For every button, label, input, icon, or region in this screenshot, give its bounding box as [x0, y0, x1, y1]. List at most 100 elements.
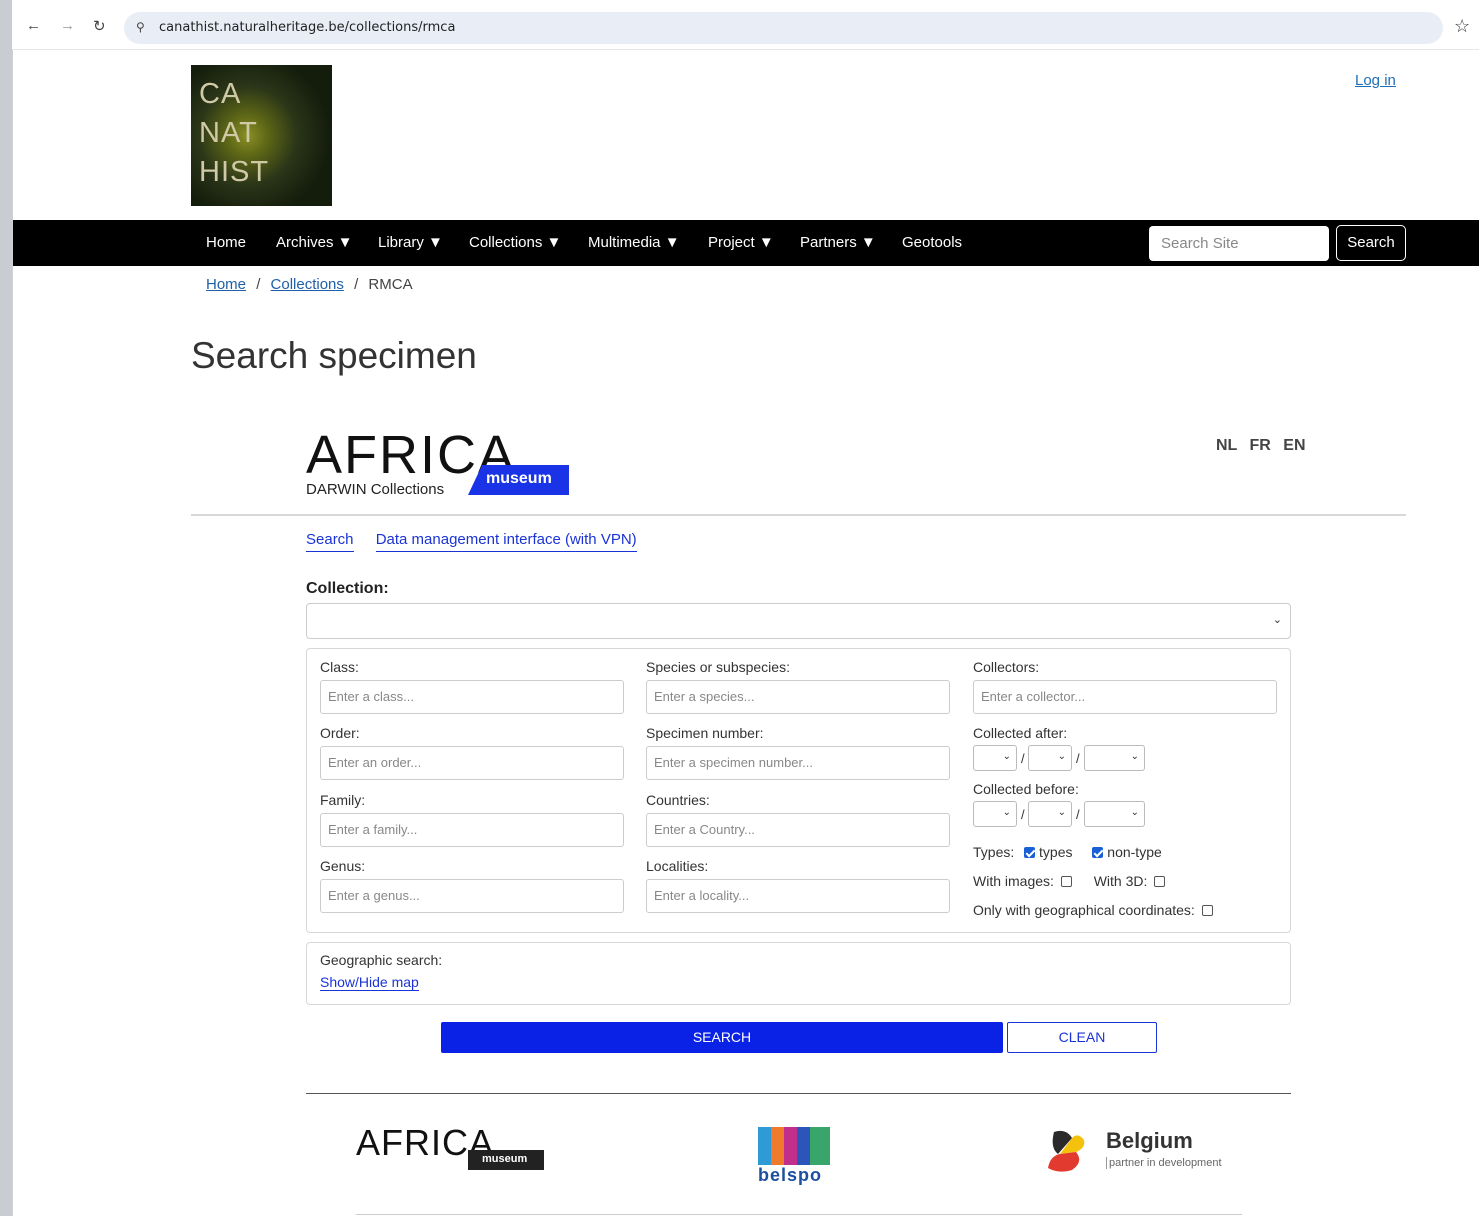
non-type-checkbox[interactable]: [1092, 847, 1104, 858]
login-link[interactable]: Log in: [1355, 72, 1396, 89]
url-text: canathist.naturalheritage.be/collections…: [159, 20, 456, 35]
family-label: Family:: [320, 792, 366, 808]
divider: [191, 514, 1406, 516]
family-input[interactable]: Enter a family...: [320, 813, 624, 847]
show-hide-map-link[interactable]: Show/Hide map: [320, 974, 419, 991]
address-bar[interactable]: ⚲ canathist.naturalheritage.be/collectio…: [124, 12, 1443, 44]
genus-input[interactable]: Enter a genus...: [320, 879, 624, 913]
belgium-name: Belgium: [1106, 1128, 1193, 1153]
logo-line-2: NAT: [199, 117, 258, 149]
menu-home[interactable]: Home: [206, 234, 246, 251]
genus-label: Genus:: [320, 858, 366, 874]
africa-museum-footer-logo[interactable]: AFRICA museum: [356, 1122, 546, 1173]
menu-multimedia[interactable]: Multimedia ▼: [588, 234, 680, 251]
species-label: Species or subspecies:: [646, 659, 790, 675]
menu-archives[interactable]: Archives ▼: [276, 234, 353, 251]
menu-project[interactable]: Project ▼: [708, 234, 774, 251]
breadcrumb-home[interactable]: Home: [206, 276, 246, 293]
with-images-label: With images:: [973, 873, 1054, 889]
date-separator: /: [1021, 807, 1025, 822]
types-option-label: types: [1039, 844, 1073, 860]
geographic-search-label: Geographic search:: [320, 952, 443, 968]
left-edge: [0, 0, 12, 1216]
main-menu: Home Archives ▼ Library ▼ Collections ▼ …: [13, 220, 1479, 266]
images-row: With images: With 3D:: [973, 873, 1166, 889]
breadcrumb-separator: /: [256, 276, 261, 293]
collected-before-day-select[interactable]: ⌄: [973, 801, 1017, 827]
menu-library[interactable]: Library ▼: [378, 234, 443, 251]
lang-en[interactable]: EN: [1283, 437, 1305, 454]
site-search-button[interactable]: Search: [1336, 225, 1406, 261]
site-logo[interactable]: CA NAT HIST: [191, 65, 332, 206]
class-label: Class:: [320, 659, 359, 675]
darwin-collections-label: DARWIN Collections: [306, 481, 445, 498]
africa-logo-badge: museum: [486, 470, 552, 487]
search-criteria-panel: Class: Enter a class... Order: Enter an …: [306, 648, 1291, 933]
breadcrumb-current: RMCA: [368, 276, 413, 293]
tab-data-management[interactable]: Data management interface (with VPN): [375, 531, 637, 552]
clean-button[interactable]: CLEAN: [1007, 1022, 1157, 1053]
divider: [356, 1214, 1242, 1215]
lang-nl[interactable]: NL: [1216, 437, 1237, 454]
back-icon[interactable]: ←: [26, 17, 41, 34]
collected-before-month-select[interactable]: ⌄: [1028, 801, 1072, 827]
logo-line-3: HIST: [199, 156, 270, 188]
bookmark-star-icon[interactable]: ☆: [1454, 16, 1470, 37]
geo-coords-checkbox[interactable]: [1201, 905, 1213, 916]
belspo-logo[interactable]: belspo: [758, 1127, 830, 1189]
page: CA NAT HIST Log in Home Archives ▼ Libra…: [12, 50, 1479, 1216]
countries-input[interactable]: Enter a Country...: [646, 813, 950, 847]
belgium-subtitle: partner in development: [1106, 1157, 1222, 1169]
lang-fr[interactable]: FR: [1250, 437, 1271, 454]
collection-select[interactable]: ⌄: [306, 603, 1291, 639]
date-separator: /: [1076, 807, 1080, 822]
with-3d-checkbox[interactable]: [1154, 876, 1166, 887]
belgium-mark-icon: [1048, 1130, 1085, 1172]
reload-icon[interactable]: ↻: [93, 17, 106, 35]
date-separator: /: [1021, 751, 1025, 766]
breadcrumb-collections[interactable]: Collections: [271, 276, 344, 293]
species-input[interactable]: Enter a species...: [646, 680, 950, 714]
breadcrumb-separator: /: [354, 276, 359, 293]
non-type-option-label: non-type: [1107, 844, 1162, 860]
order-label: Order:: [320, 725, 360, 741]
types-checkbox[interactable]: [1024, 847, 1036, 858]
date-separator: /: [1076, 751, 1080, 766]
logo-line-1: CA: [199, 78, 242, 110]
collected-after-day-select[interactable]: ⌄: [973, 745, 1017, 771]
order-input[interactable]: Enter an order...: [320, 746, 624, 780]
belspo-text: belspo: [758, 1165, 823, 1185]
localities-label: Localities:: [646, 858, 709, 874]
types-label: Types:: [973, 844, 1015, 860]
with-3d-label: With 3D:: [1093, 873, 1148, 889]
collectors-input[interactable]: Enter a collector...: [973, 680, 1277, 714]
chevron-down-icon: ⌄: [1272, 614, 1282, 626]
search-button[interactable]: SEARCH: [441, 1022, 1003, 1053]
collected-after-month-select[interactable]: ⌄: [1028, 745, 1072, 771]
africa-museum-logo[interactable]: AFRICA museum DARWIN Collections: [306, 425, 571, 500]
footer-africa-badge: museum: [482, 1153, 528, 1165]
forward-icon[interactable]: →: [60, 17, 75, 34]
menu-geotools[interactable]: Geotools: [902, 234, 962, 251]
localities-input[interactable]: Enter a locality...: [646, 879, 950, 913]
with-images-checkbox[interactable]: [1060, 876, 1072, 887]
tab-search[interactable]: Search: [306, 531, 354, 552]
menu-partners[interactable]: Partners ▼: [800, 234, 876, 251]
belgium-partner-logo[interactable]: Belgium partner in development: [1046, 1128, 1256, 1178]
countries-label: Countries:: [646, 792, 710, 808]
page-title: Search specimen: [191, 335, 477, 376]
types-row: Types: types non-type: [973, 844, 1162, 860]
language-switcher: NL FR EN: [1208, 437, 1306, 455]
divider: [306, 1093, 1291, 1094]
menu-collections[interactable]: Collections ▼: [469, 234, 561, 251]
collected-before-label: Collected before:: [973, 781, 1079, 797]
geographic-search-panel: Geographic search: Show/Hide map: [306, 942, 1291, 1005]
site-search-input[interactable]: Search Site: [1149, 226, 1329, 261]
collected-after-year-select[interactable]: ⌄: [1084, 745, 1145, 771]
specimen-number-input[interactable]: Enter a specimen number...: [646, 746, 950, 780]
site-info-icon[interactable]: ⚲: [136, 20, 145, 34]
class-input[interactable]: Enter a class...: [320, 680, 624, 714]
collected-after-label: Collected after:: [973, 725, 1068, 741]
collected-before-year-select[interactable]: ⌄: [1084, 801, 1145, 827]
geo-coords-row: Only with geographical coordinates:: [973, 902, 1213, 918]
